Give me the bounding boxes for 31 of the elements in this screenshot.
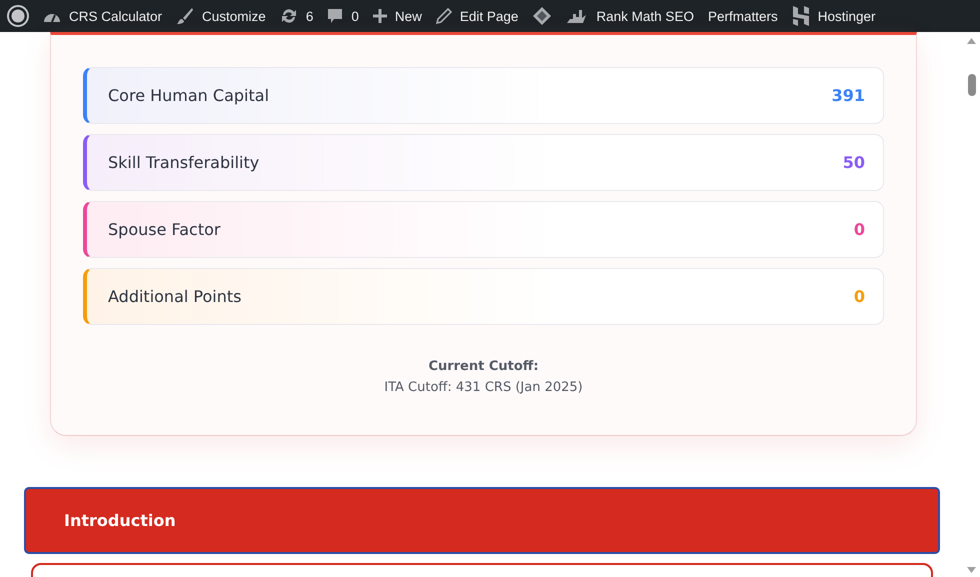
admin-bar-link[interactable]: New (394, 8, 422, 24)
score-value: 0 (854, 287, 865, 306)
admin-bar-link[interactable]: Hostinger (818, 8, 876, 24)
admin-bar-link[interactable]: CRS Calculator (69, 8, 162, 24)
brush-icon[interactable] (176, 7, 194, 25)
pencil-icon[interactable] (436, 8, 452, 24)
score-value: 50 (842, 153, 865, 172)
score-value: 0 (854, 220, 865, 239)
score-label: Spouse Factor (108, 220, 220, 239)
admin-bar-link[interactable]: Edit Page (460, 8, 518, 24)
score-label: Skill Transferability (108, 153, 260, 172)
cutoff-text: ITA Cutoff: 431 CRS (Jan 2025) (383, 380, 584, 395)
scrollbar-thumb[interactable] (968, 74, 976, 96)
admin-bar-link[interactable]: 6 (306, 8, 314, 24)
admin-bar-link[interactable]: Customize (202, 8, 266, 24)
diamond-icon[interactable] (532, 6, 552, 26)
admin-bar-link[interactable]: Perfmatters (708, 8, 778, 24)
cutoff-title: Current Cutoff: (427, 359, 540, 374)
score-label: Core Human Capital (108, 86, 270, 105)
section-header[interactable]: Introduction (24, 487, 940, 554)
section-title: Introduction (64, 511, 176, 530)
scroll-down-icon[interactable] (967, 567, 976, 573)
score-value: 391 (832, 86, 865, 105)
refresh-icon[interactable] (280, 7, 298, 25)
plus-icon[interactable] (372, 9, 387, 23)
scroll-up-icon[interactable] (967, 38, 976, 44)
comment-icon[interactable] (327, 8, 344, 24)
score-label: Additional Points (108, 287, 242, 306)
bar-chart-icon[interactable] (566, 8, 588, 24)
admin-bar-link[interactable]: 0 (351, 8, 359, 24)
admin-bar-link[interactable]: Rank Math SEO (596, 8, 694, 24)
